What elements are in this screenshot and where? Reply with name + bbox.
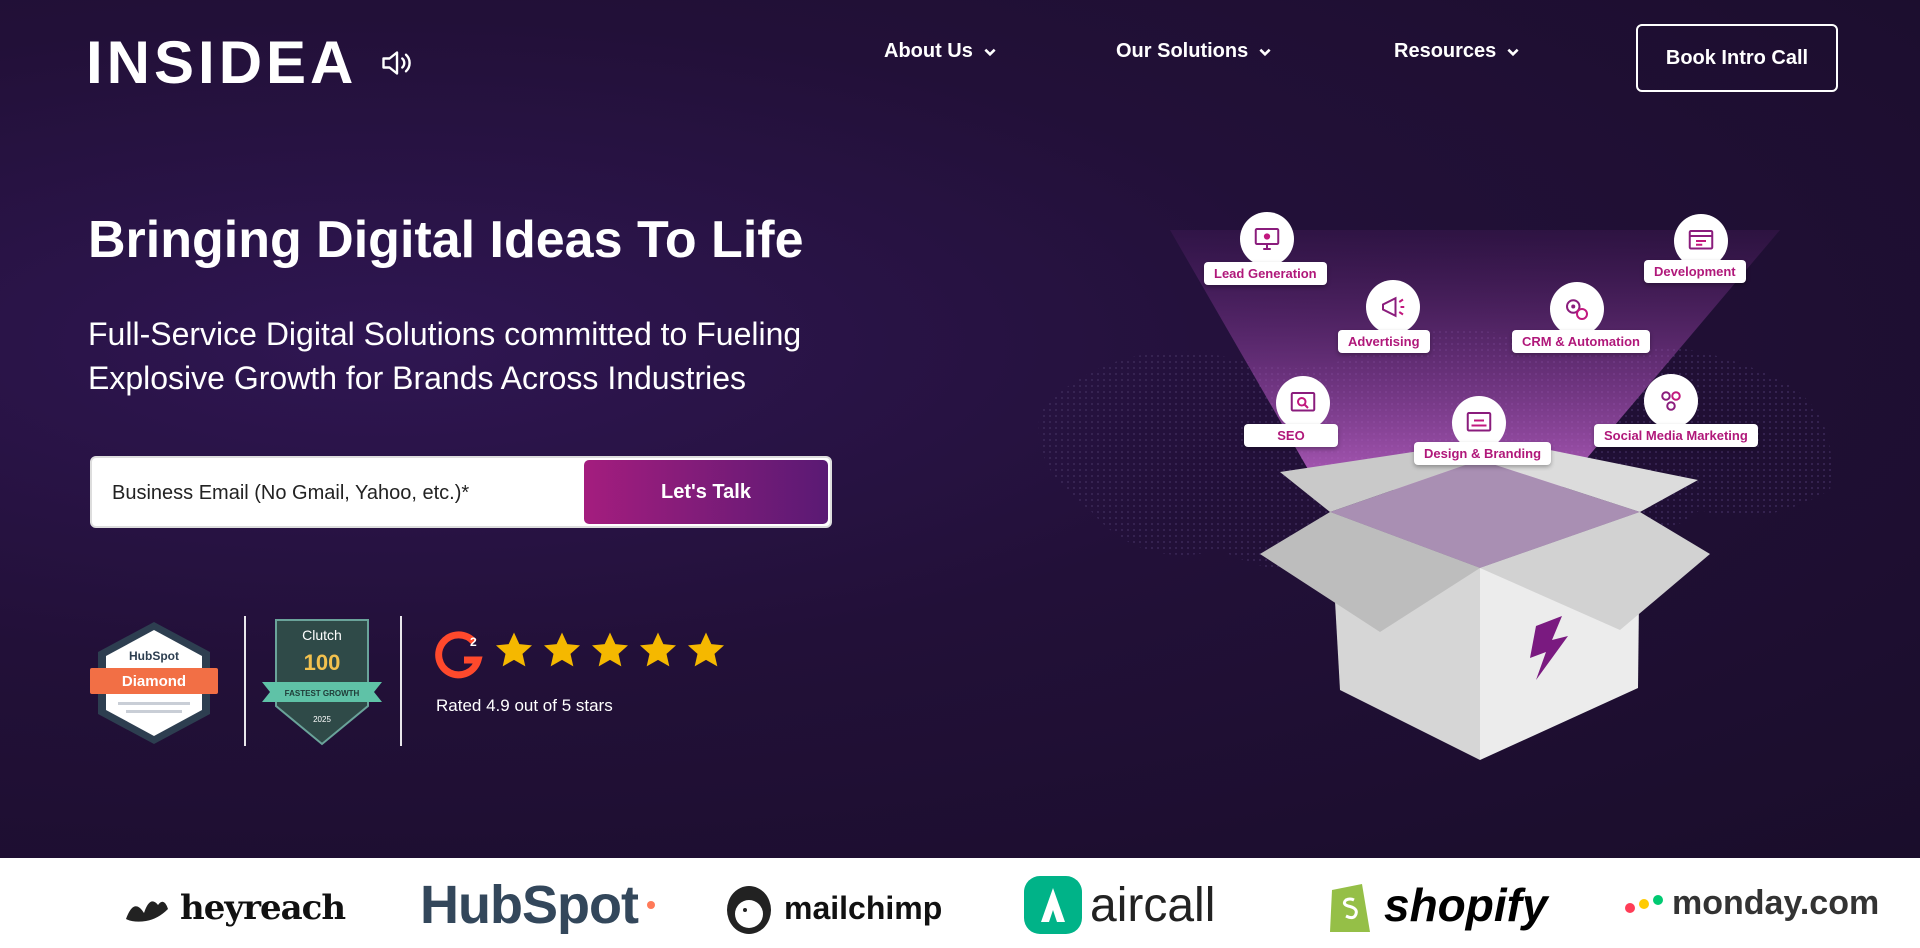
partner-logo-strip: heyreach HubSpot mailchimp aircall shopi… bbox=[0, 858, 1920, 948]
star-icon bbox=[496, 632, 532, 667]
hero-section: INSIDEA About Us Our Solutions Resources… bbox=[0, 0, 1920, 858]
clutch-100-badge: Clutch 100 FASTEST GROWTH 2025 bbox=[262, 619, 382, 746]
page-title: Bringing Digital Ideas To Life bbox=[88, 211, 804, 269]
open-box-icon bbox=[1260, 450, 1710, 760]
services-box-illustration: Lead Generation Development Advertising … bbox=[1000, 190, 1880, 770]
star-icon bbox=[592, 632, 628, 667]
service-seo: SEO bbox=[1244, 424, 1338, 447]
lets-talk-button[interactable]: Let's Talk bbox=[584, 460, 828, 524]
partner-monday: monday.com bbox=[1624, 884, 1879, 923]
nav-resources[interactable]: Resources bbox=[1394, 40, 1520, 63]
service-design-branding: Design & Branding bbox=[1414, 442, 1552, 465]
partner-mailchimp: mailchimp bbox=[722, 880, 942, 936]
chevron-down-icon bbox=[1507, 48, 1519, 56]
nav-label: Resources bbox=[1394, 40, 1497, 62]
service-social-media-marketing: Social Media Marketing bbox=[1594, 424, 1758, 447]
partner-shopify: shopify bbox=[1324, 876, 1548, 934]
nav-label: About Us bbox=[884, 40, 973, 62]
hero-subheading: Full-Service Digital Solutions committed… bbox=[88, 316, 802, 396]
mailchimp-logo-icon bbox=[727, 886, 771, 934]
service-development: Development bbox=[1644, 260, 1746, 283]
hubspot-badge-tier: Diamond bbox=[122, 673, 186, 690]
social-media-marketing-icon bbox=[1644, 374, 1698, 428]
star-icon bbox=[640, 632, 676, 667]
hubspot-badge-brand: HubSpot bbox=[129, 649, 179, 663]
star-rating bbox=[494, 630, 726, 670]
nav-our-solutions[interactable]: Our Solutions bbox=[1116, 40, 1272, 63]
crm-automation-icon bbox=[1550, 282, 1604, 336]
svg-text:2: 2 bbox=[470, 635, 477, 649]
partner-name: heyreach bbox=[180, 888, 346, 928]
partner-name: aircall bbox=[1090, 878, 1216, 932]
chevron-down-icon bbox=[1259, 48, 1271, 56]
partner-hubspot: HubSpot bbox=[420, 874, 656, 936]
clutch-badge-ribbon: FASTEST GROWTH bbox=[285, 689, 360, 698]
seo-icon bbox=[1276, 376, 1330, 430]
hubspot-diamond-badge: HubSpot Diamond bbox=[90, 622, 218, 744]
partner-name: mailchimp bbox=[784, 889, 943, 926]
book-intro-call-button[interactable]: Book Intro Call bbox=[1636, 24, 1838, 92]
rating-text: Rated 4.9 out of 5 stars bbox=[436, 696, 613, 715]
nav-label: Our Solutions bbox=[1116, 40, 1249, 62]
badge-divider bbox=[244, 616, 246, 746]
badge-divider bbox=[400, 616, 402, 746]
advertising-icon bbox=[1366, 280, 1420, 334]
clutch-badge-number: 100 bbox=[304, 650, 341, 675]
service-lead-generation: Lead Generation bbox=[1204, 262, 1327, 285]
service-advertising: Advertising bbox=[1338, 330, 1430, 353]
clutch-badge-brand: Clutch bbox=[302, 627, 342, 643]
lead-generation-icon bbox=[1240, 212, 1294, 266]
chevron-down-icon bbox=[984, 48, 996, 56]
service-crm-automation: CRM & Automation bbox=[1512, 330, 1650, 353]
email-form: Let's Talk bbox=[90, 456, 832, 528]
monday-logo-icon bbox=[1625, 894, 1663, 913]
star-icon bbox=[544, 632, 580, 667]
partner-name: shopify bbox=[1384, 879, 1548, 931]
partner-name: monday.com bbox=[1672, 884, 1880, 922]
brand-logo[interactable]: INSIDEA bbox=[86, 28, 415, 98]
heyreach-logo-icon bbox=[126, 901, 168, 922]
partner-aircall: aircall bbox=[1024, 876, 1215, 934]
g2-logo-icon: 2 bbox=[435, 631, 483, 679]
shopify-bag-icon bbox=[1330, 884, 1370, 932]
clutch-badge-year: 2025 bbox=[313, 715, 331, 724]
logo-text: INSIDEA bbox=[86, 29, 358, 96]
speaker-icon[interactable] bbox=[379, 45, 415, 81]
aircall-logo-icon bbox=[1024, 876, 1082, 934]
hubspot-sprocket-icon bbox=[646, 901, 655, 909]
partner-heyreach: heyreach bbox=[120, 888, 346, 928]
star-icon bbox=[688, 632, 724, 667]
partner-name: HubSpot bbox=[420, 875, 639, 935]
nav-about-us[interactable]: About Us bbox=[884, 40, 997, 63]
